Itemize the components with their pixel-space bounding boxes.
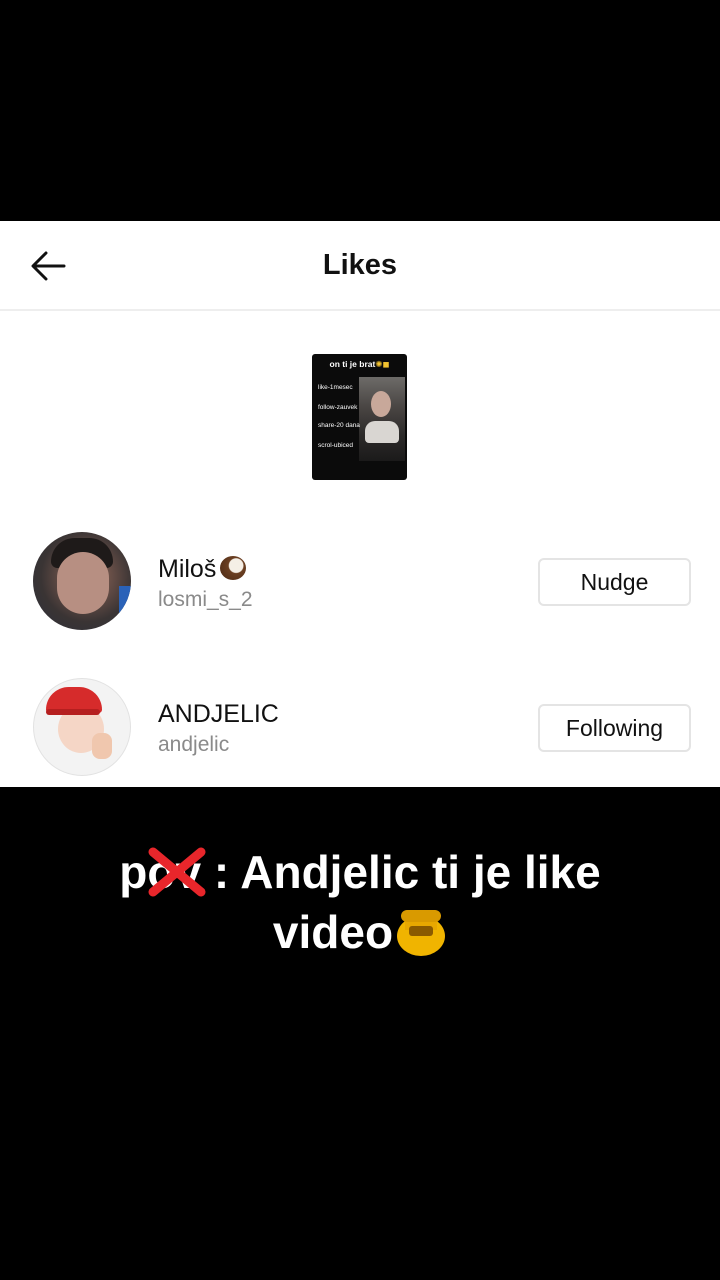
- following-button[interactable]: Following: [538, 704, 691, 752]
- thumbnail-line: scrol-ubiced: [318, 442, 354, 449]
- likes-panel: Likes on ti je brat✺◼ like-1mesec follow…: [0, 221, 720, 787]
- thumbnail-title: on ti je brat✺◼: [329, 359, 390, 369]
- caption-line-1: po v : Andjelic ti je like: [0, 842, 720, 902]
- thumbnail-line: share-20 dana: [318, 422, 360, 429]
- user-row: ANDJELIC andjelic Following: [0, 678, 720, 778]
- video-thumbnail[interactable]: on ti je brat✺◼ like-1mesec follow-zauve…: [312, 354, 407, 480]
- thumbnail-line: like-1mesec: [318, 384, 353, 391]
- video-caption: po v : Andjelic ti je like video: [0, 842, 720, 962]
- header: Likes: [0, 221, 720, 311]
- thumbnail-line: follow-zauvek: [318, 404, 358, 411]
- sparkle-icon: ✺◼: [375, 359, 390, 369]
- user-handle: losmi_s_2: [158, 588, 253, 611]
- avatar[interactable]: [33, 532, 131, 630]
- coconut-icon: [220, 556, 247, 580]
- user-name[interactable]: Miloš: [158, 555, 247, 584]
- thumbnail-photo: [359, 377, 405, 461]
- nudge-button[interactable]: Nudge: [538, 558, 691, 606]
- user-row: Miloš losmi_s_2 Nudge: [0, 532, 720, 632]
- page-title: Likes: [322, 249, 398, 281]
- user-handle: andjelic: [158, 733, 230, 756]
- avatar[interactable]: [33, 678, 131, 776]
- cross-mark-icon: [148, 847, 206, 897]
- honey-pot-icon: [397, 910, 446, 956]
- struck-letter: o: [147, 842, 206, 902]
- user-name[interactable]: ANDJELIC: [158, 700, 279, 729]
- caption-line-2: video: [0, 902, 720, 962]
